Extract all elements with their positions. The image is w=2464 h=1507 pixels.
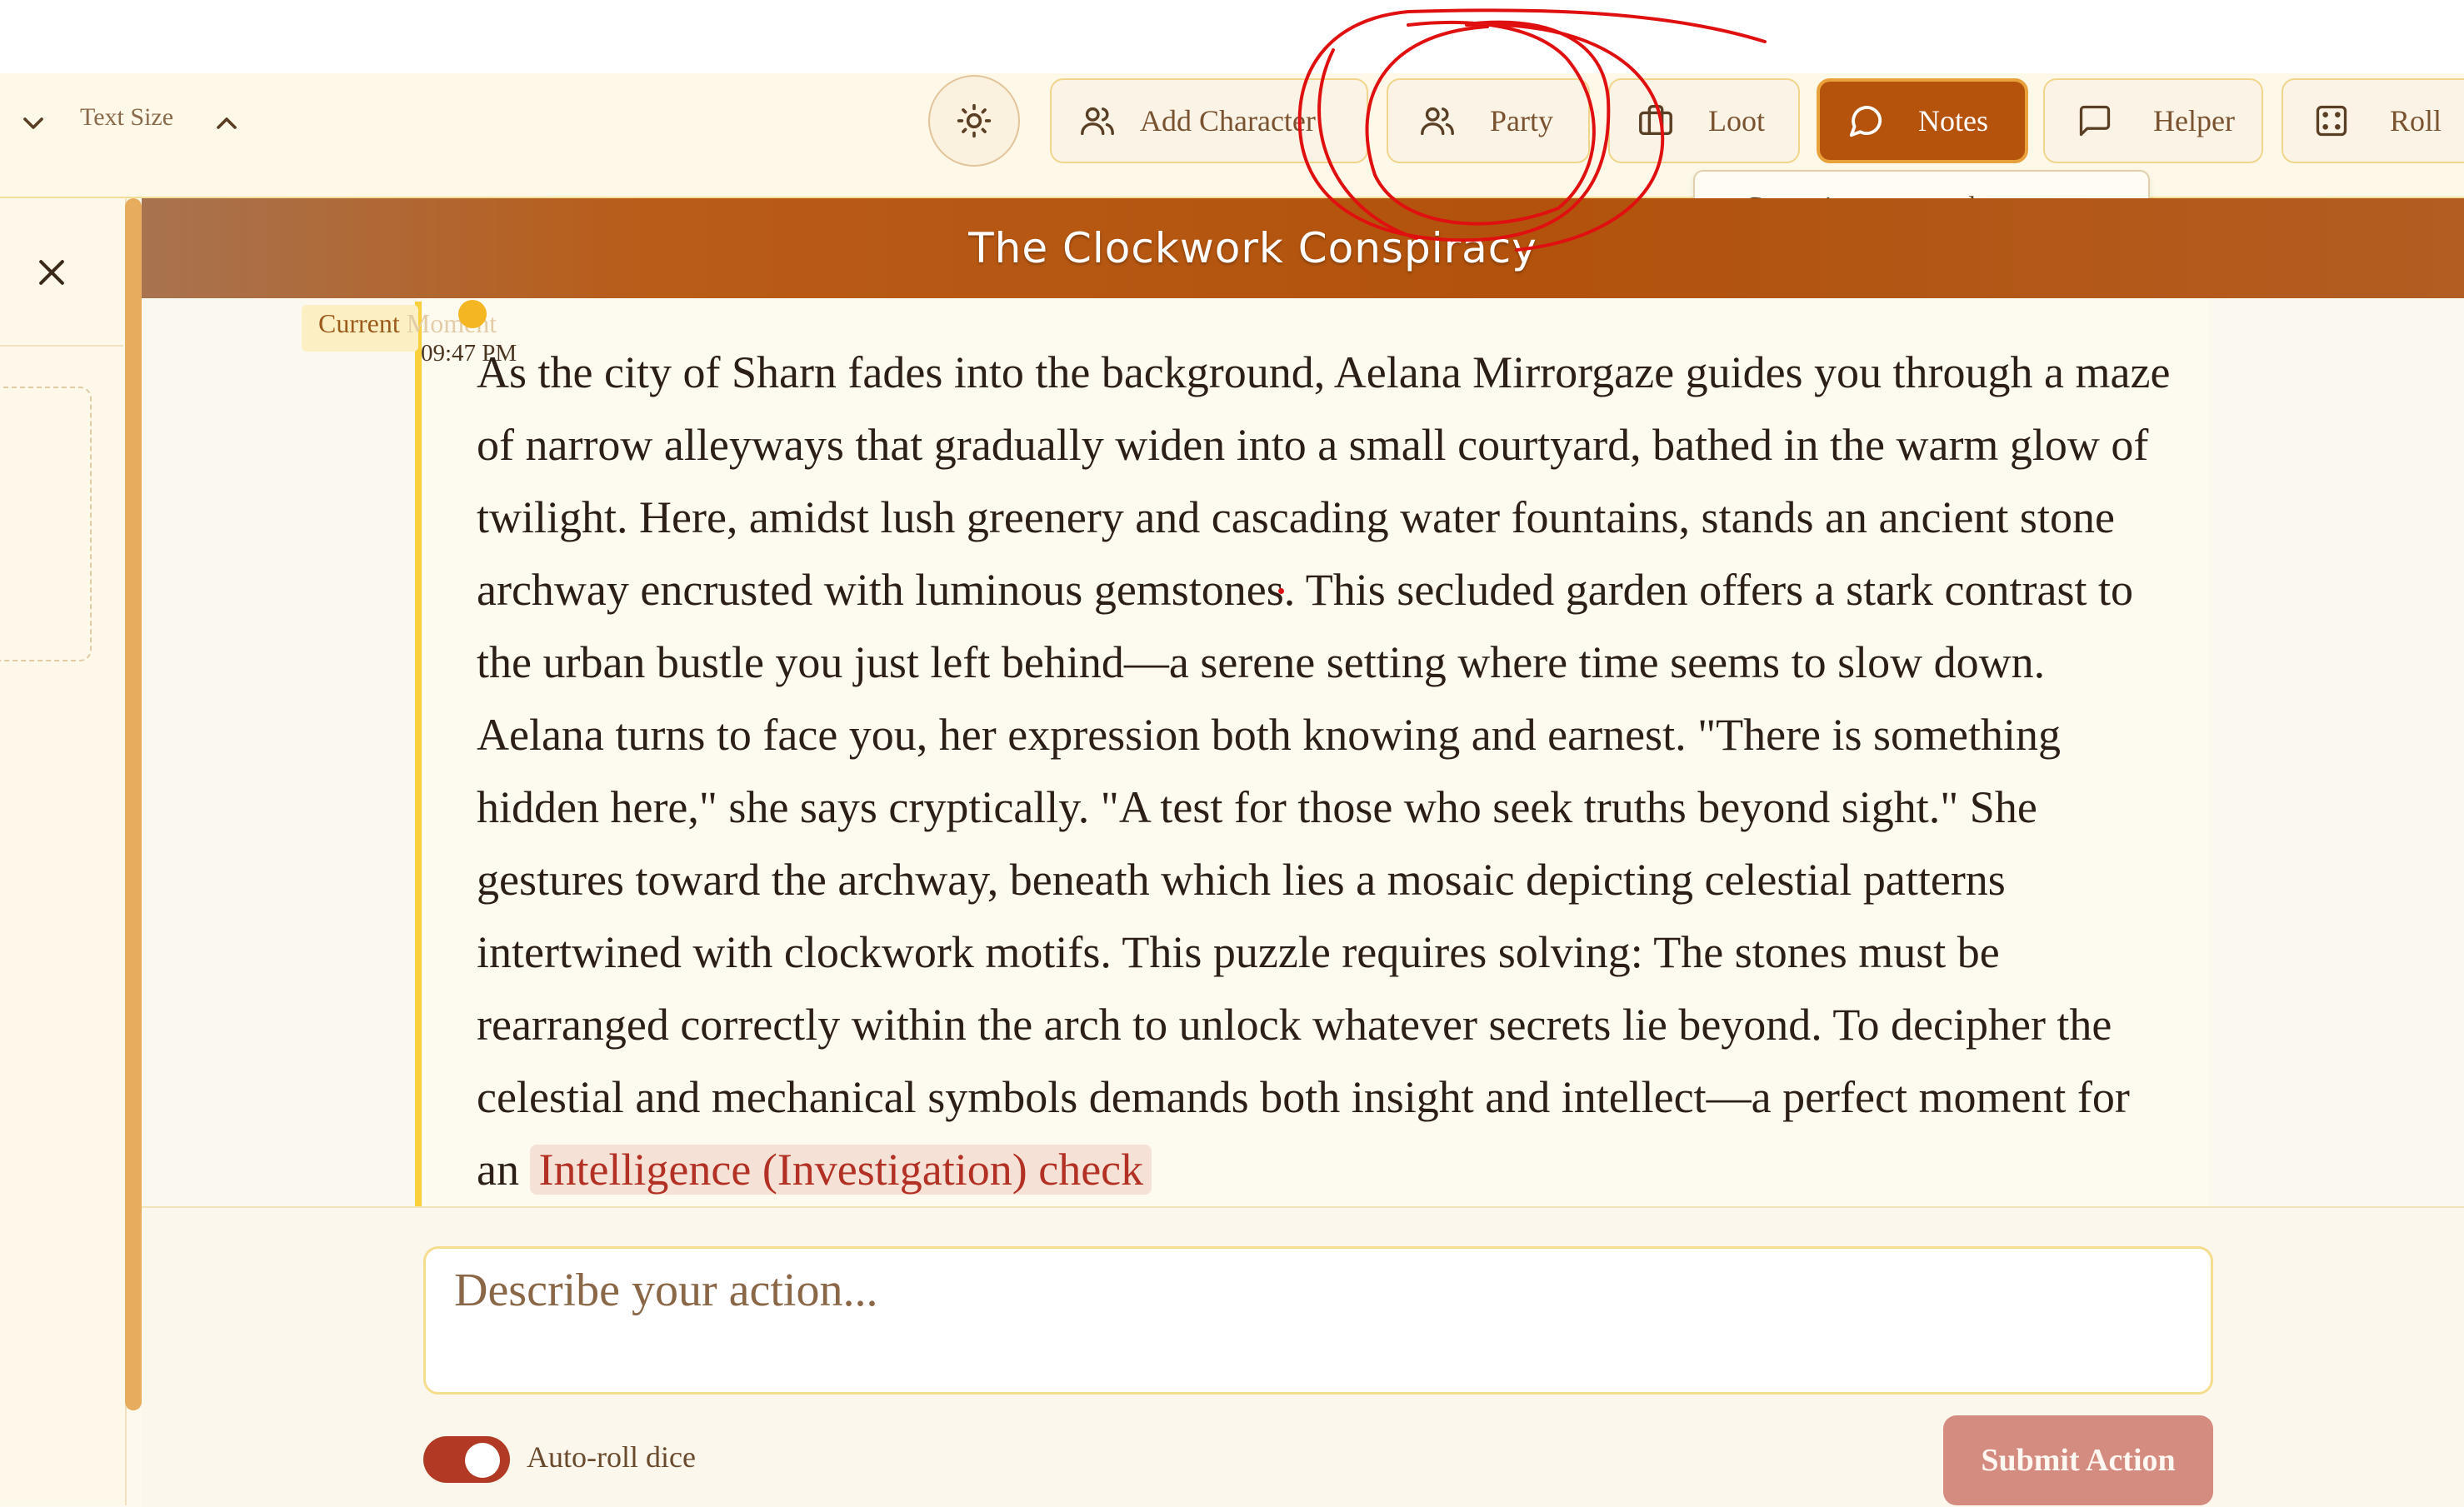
loot-label: Loot — [1708, 104, 1765, 137]
annotation-dot — [1278, 588, 1284, 594]
roll-button[interactable]: Roll — [2282, 78, 2464, 163]
party-button[interactable]: Party — [1387, 78, 1590, 163]
message-circle-icon — [1849, 106, 1882, 137]
helper-label: Helper — [2153, 104, 2235, 137]
campaign-title-banner: The Clockwork Conspiracy — [142, 198, 2464, 298]
theme-toggle-button[interactable] — [928, 75, 1020, 167]
roll-label: Roll — [2390, 104, 2442, 137]
users-icon — [1081, 107, 1114, 136]
text-size-label: Text Size — [80, 103, 174, 131]
submit-action-button[interactable]: Submit Action — [1943, 1415, 2213, 1505]
left-panel-dashed-card — [0, 387, 92, 661]
current-moment-bar — [415, 302, 422, 1206]
add-character-button[interactable]: Add Character — [1050, 78, 1368, 163]
action-input[interactable] — [423, 1246, 2213, 1395]
chevron-up-icon[interactable] — [210, 107, 243, 140]
top-blank-strip — [0, 0, 2464, 73]
left-panel-divider — [0, 345, 123, 347]
auto-roll-label: Auto-roll dice — [527, 1440, 696, 1474]
add-character-label: Add Character — [1140, 104, 1316, 137]
current-moment-dot — [458, 300, 487, 328]
briefcase-icon — [1639, 105, 1672, 136]
users-icon — [1421, 107, 1454, 136]
sun-icon — [957, 103, 992, 138]
notes-label: Notes — [1918, 104, 1988, 137]
notes-button[interactable]: Notes — [1817, 78, 2028, 163]
party-label: Party — [1490, 104, 1553, 137]
campaign-title: The Clockwork Conspiracy — [968, 224, 1537, 272]
dice-icon — [2316, 105, 2347, 137]
chevron-down-icon[interactable] — [17, 107, 50, 140]
scrollbar[interactable] — [125, 198, 142, 1410]
auto-roll-toggle-knob[interactable] — [465, 1443, 500, 1478]
message-square-icon — [2079, 105, 2111, 137]
skill-check-link[interactable]: Intelligence (Investigation) check — [530, 1145, 1152, 1195]
story-text: As the city of Sharn fades into the back… — [477, 347, 2171, 1195]
loot-button[interactable]: Loot — [1608, 78, 1800, 163]
close-icon[interactable] — [33, 254, 70, 291]
helper-button[interactable]: Helper — [2043, 78, 2263, 163]
